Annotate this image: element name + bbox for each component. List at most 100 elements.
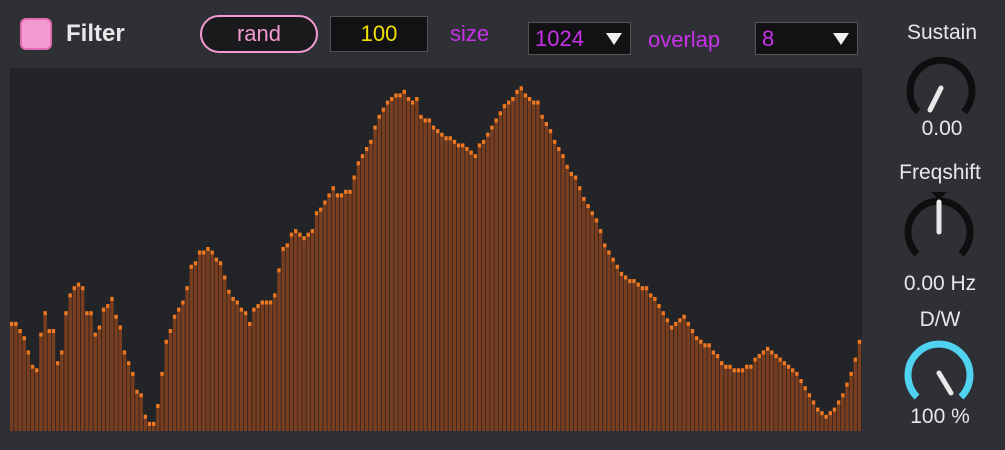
spectrum-bar [502, 106, 507, 431]
spectrum-bar [436, 131, 440, 431]
spectrum-peak [795, 371, 799, 376]
spectrum-bar [811, 402, 816, 431]
spectrum-peak [440, 132, 444, 137]
spectrum-bar [390, 98, 394, 431]
spectrum-bar [799, 381, 803, 431]
dry-wet-knob[interactable] [899, 335, 979, 405]
overlap-label: overlap [648, 27, 721, 52]
spectrum-bar [197, 252, 202, 431]
spectrum-bar [523, 95, 528, 431]
spectrum-peak [582, 196, 586, 201]
spectrum-peak [47, 329, 51, 334]
spectrum-bar [461, 145, 465, 431]
spectrum-peak [469, 150, 473, 155]
spectrum-bar [619, 273, 624, 431]
spectrum-bar [481, 141, 486, 431]
spectrum-bar [323, 202, 327, 431]
spectrum-bar [745, 366, 749, 431]
spectrum-peak [494, 118, 498, 123]
spectrum-peak [444, 136, 448, 141]
spectrum-peak [540, 114, 544, 119]
spectrum-bar [552, 141, 557, 431]
spectrum-bar [728, 366, 732, 431]
sustain-knob[interactable] [901, 50, 981, 120]
spectrum-peak [43, 311, 47, 316]
spectrum-peak [636, 282, 640, 287]
spectrum-bar [498, 113, 503, 431]
spectrum-peak [60, 350, 64, 355]
overlap-dropdown[interactable]: 8 [755, 22, 858, 55]
filter-toggle[interactable] [20, 18, 52, 50]
spectrum-bar [64, 313, 68, 431]
spectrum-peak [331, 186, 335, 191]
spectrum-peak [14, 321, 18, 326]
spectrum-peak [682, 314, 686, 319]
spectrum-bar [352, 177, 356, 431]
spectrum-peak [782, 361, 787, 366]
spectrum-bar [803, 388, 807, 431]
size-dropdown[interactable]: 1024 [528, 22, 631, 55]
spectrum-peak [231, 296, 235, 301]
spectrum-bar [394, 95, 398, 431]
spectrum-peak [757, 354, 761, 359]
spectrum-bar [707, 345, 711, 431]
spectrum-bar [757, 356, 761, 431]
spectrum-peak [268, 300, 273, 305]
spectrum-bar [452, 141, 457, 431]
spectrum-bar [377, 116, 381, 431]
spectrum-peak [110, 296, 114, 301]
spectrum-bar [55, 363, 60, 431]
rand-button[interactable]: rand [200, 15, 318, 53]
chevron-down-icon [606, 33, 622, 45]
spectrum-peak [381, 107, 386, 112]
freqshift-label: Freqshift [899, 161, 981, 184]
spectrum-bar [314, 213, 319, 431]
spectrum-peak [527, 96, 532, 101]
spectrum-bar [628, 281, 632, 431]
spectrum-peak [22, 336, 26, 341]
spectrum-bar [243, 313, 248, 431]
spectrum-bar [218, 263, 223, 431]
spectrum-bar [14, 323, 18, 431]
spectrum-peak [799, 379, 803, 384]
spectrum-peak [436, 129, 440, 134]
spectrum-peak [477, 143, 482, 148]
spectrum-peak [511, 96, 515, 101]
spectrum-peak [302, 236, 306, 241]
spectrum-bar [126, 363, 131, 431]
spectrum-bar [335, 195, 340, 431]
spectrum-peak [857, 339, 862, 344]
spectrum-bar [360, 156, 365, 431]
spectrum-peak [699, 339, 703, 344]
spectrum-bar [657, 306, 661, 431]
spectrum-peak [10, 321, 14, 326]
spectrum-peak [552, 139, 557, 144]
spectrum-peak [481, 139, 486, 144]
spectrum-svg [10, 86, 862, 431]
spectrum-bar [669, 327, 674, 431]
spectrum-bar [820, 413, 824, 431]
spectrum-bar [202, 252, 206, 431]
spectrum-peak [786, 364, 791, 369]
title: Filter [66, 20, 125, 47]
spectrum-bar [569, 173, 574, 431]
spectrum-peak [603, 243, 607, 248]
rand-value-box[interactable]: 100 [330, 16, 428, 52]
spectrum-peak [68, 293, 72, 298]
spectrum-peak [686, 321, 690, 326]
spectrum-bar [561, 156, 565, 431]
spectrum-peak [532, 100, 536, 105]
spectrum-peak [323, 200, 327, 205]
freqshift-knob[interactable] [899, 190, 979, 262]
spectrum-bar [223, 277, 227, 431]
spectrum-bar [235, 302, 239, 431]
spectrum-peak [765, 346, 770, 351]
spectrum-peak [314, 211, 319, 216]
spectrum-peak [431, 125, 436, 130]
spectrum-peak [828, 411, 832, 416]
spectrum-bar [465, 148, 469, 431]
spectrum-bar [786, 366, 791, 431]
spectrum-bar [849, 373, 853, 431]
sustain-value: 0.00 [921, 117, 963, 140]
spectrum-bar [97, 327, 102, 431]
